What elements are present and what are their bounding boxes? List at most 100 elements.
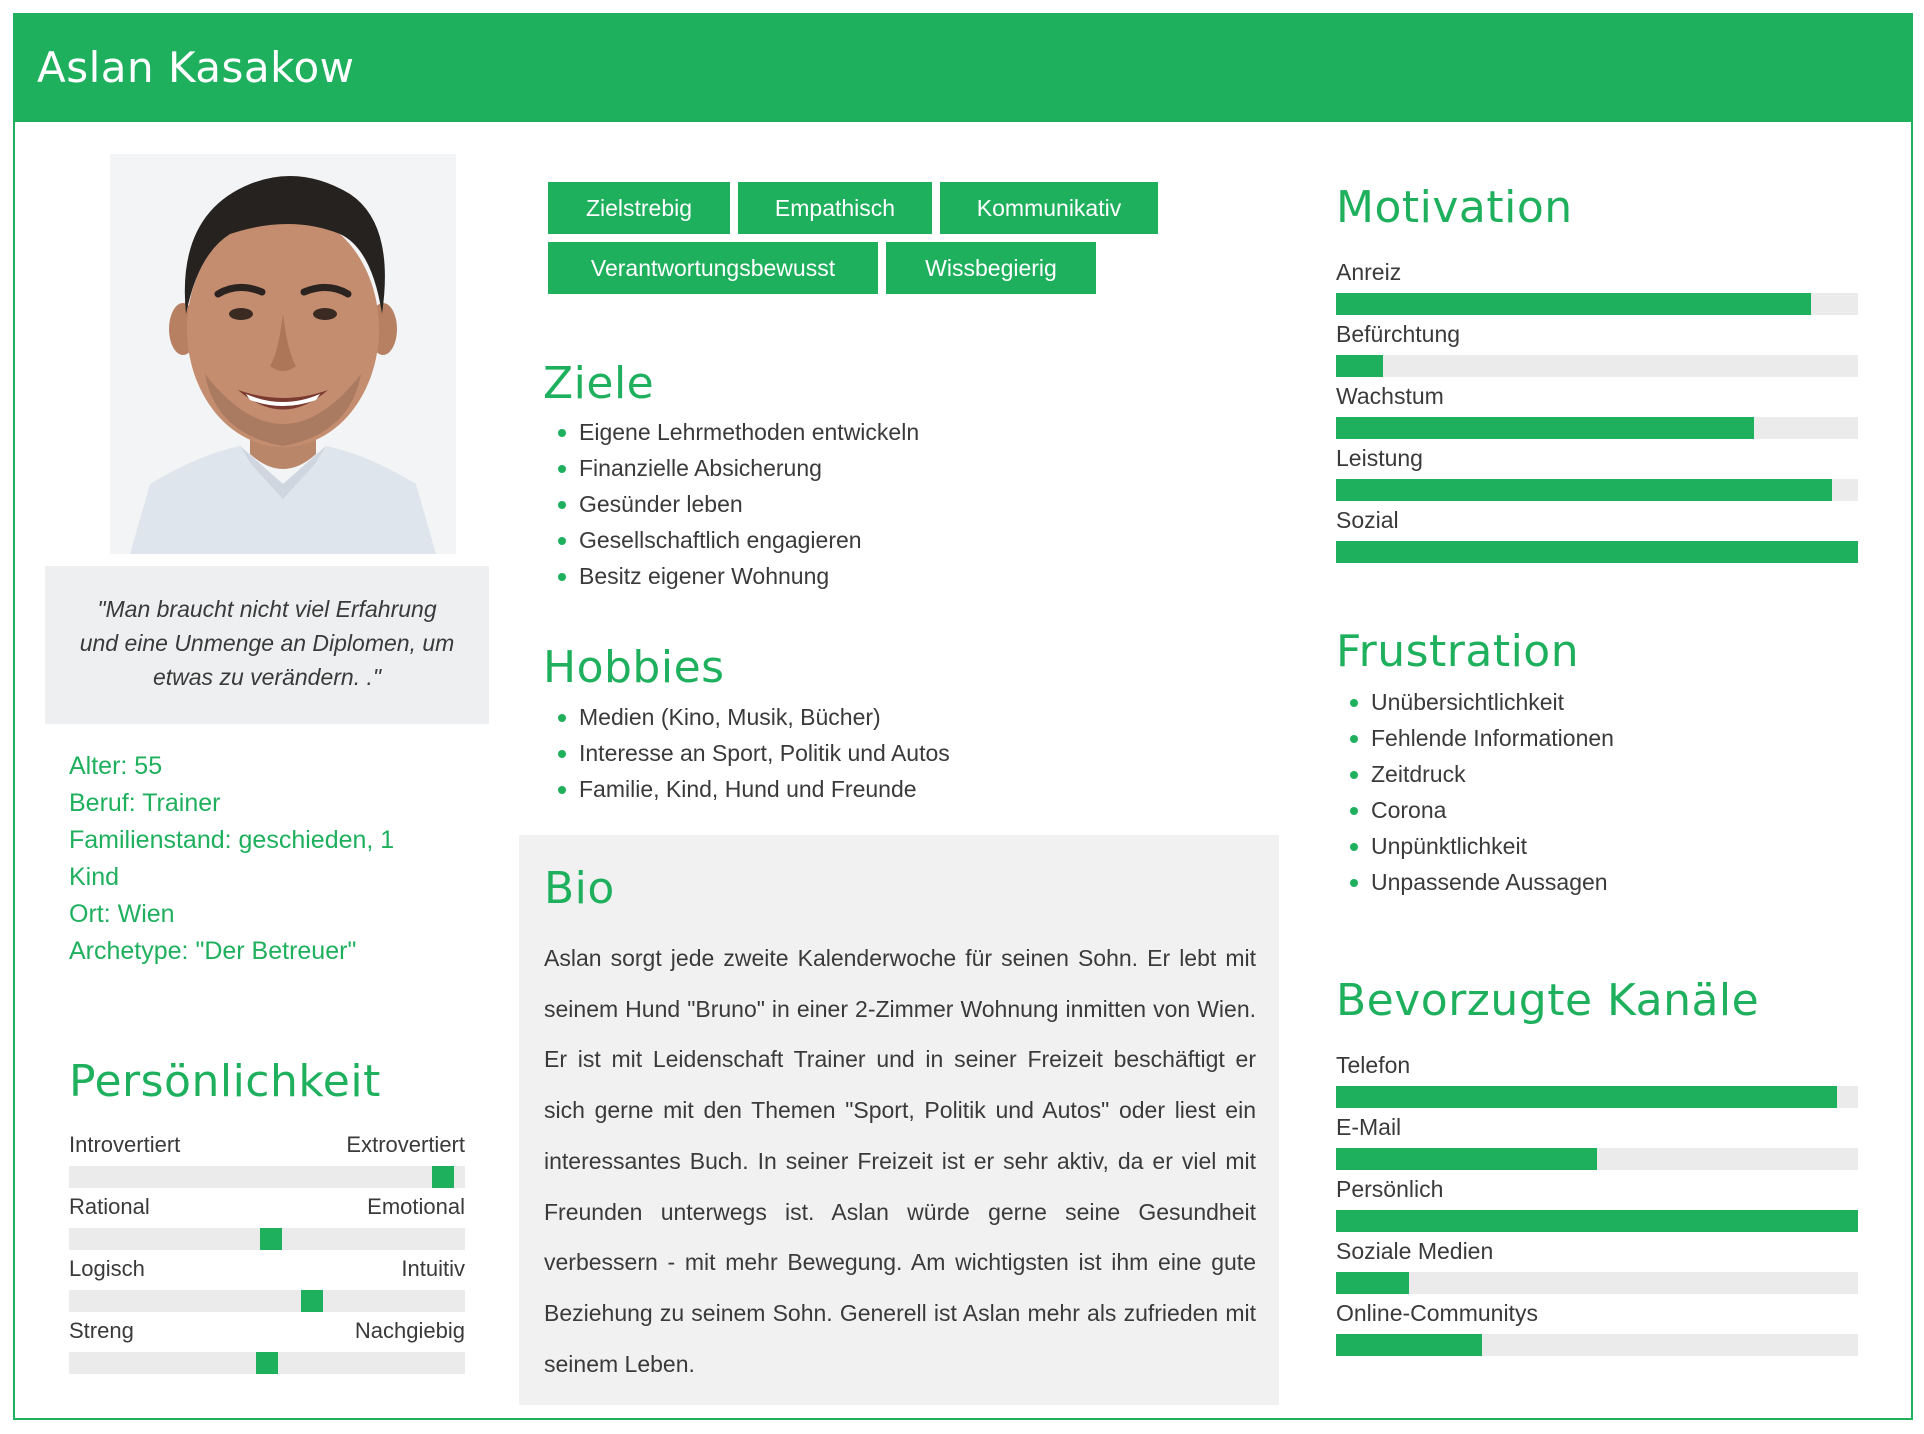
- meter-track: [1336, 1272, 1858, 1294]
- meter-fill: [1336, 541, 1858, 563]
- trait-tag: Verantwortungsbewusst: [548, 242, 878, 294]
- trait-tag: Wissbegierig: [886, 242, 1096, 294]
- motivation-meter: Sozial: [1336, 505, 1860, 563]
- hobbies-list: Medien (Kino, Musik, Bücher) Interesse a…: [545, 699, 1085, 807]
- scale-right-label: Emotional: [367, 1194, 465, 1219]
- list-item: Besitz eigener Wohnung: [545, 558, 1045, 594]
- meter-track: [1336, 1086, 1858, 1108]
- scale-marker: [260, 1228, 282, 1250]
- meter-fill: [1336, 1148, 1597, 1170]
- list-item: Finanzielle Absicherung: [545, 450, 1045, 486]
- personality-scale: Rational Emotional: [69, 1194, 465, 1250]
- scale-track: [69, 1290, 465, 1312]
- channel-meter: Telefon: [1336, 1050, 1860, 1108]
- fact-family: Familienstand: geschieden, 1 Kind: [69, 826, 395, 891]
- scale-marker: [301, 1290, 323, 1312]
- meter-fill: [1336, 1210, 1858, 1232]
- goals-list: Eigene Lehrmethoden entwickeln Finanziel…: [545, 414, 1045, 594]
- motivation-meter: Wachstum: [1336, 381, 1860, 439]
- scale-left-label: Introvertiert: [69, 1132, 181, 1157]
- meter-label: Sozial: [1336, 507, 1399, 533]
- meter-track: [1336, 1334, 1858, 1356]
- scale-right-label: Extrovertiert: [346, 1132, 465, 1157]
- meter-track: [1336, 293, 1858, 315]
- list-item: Gesünder leben: [545, 486, 1045, 522]
- meter-track: [1336, 479, 1858, 501]
- personality-scale: Streng Nachgiebig: [69, 1318, 465, 1374]
- trait-tag: Zielstrebig: [548, 182, 730, 234]
- scale-marker: [256, 1352, 278, 1374]
- personality-scale: Introvertiert Extrovertiert: [69, 1132, 465, 1188]
- scale-track: [69, 1352, 465, 1374]
- channel-meter: E-Mail: [1336, 1112, 1860, 1170]
- fact-age: Alter: 55: [69, 752, 163, 780]
- list-item: Medien (Kino, Musik, Bücher): [545, 699, 1085, 735]
- list-item: Interesse an Sport, Politik und Autos: [545, 735, 1085, 771]
- list-item: Unübersichtlichkeit: [1337, 684, 1857, 720]
- meter-track: [1336, 355, 1858, 377]
- list-item: Unpassende Aussagen: [1337, 864, 1857, 900]
- scale-left-label: Rational: [69, 1194, 150, 1219]
- meter-track: [1336, 541, 1858, 563]
- scale-marker: [432, 1166, 454, 1188]
- meter-label: Anreiz: [1336, 259, 1402, 285]
- meter-fill: [1336, 479, 1832, 501]
- motivation-meter: Anreiz: [1336, 257, 1860, 315]
- meter-label: Soziale Medien: [1336, 1238, 1494, 1264]
- meter-label: Wachstum: [1336, 383, 1444, 409]
- motivation-title: Motivation: [1336, 182, 1573, 233]
- list-item: Corona: [1337, 792, 1857, 828]
- persona-quote: "Man braucht nicht viel Erfahrung und ei…: [45, 566, 489, 724]
- personality-scale: Logisch Intuitiv: [69, 1256, 465, 1312]
- meter-label: Leistung: [1336, 445, 1423, 471]
- channel-meter: Soziale Medien: [1336, 1236, 1860, 1294]
- frustration-list: Unübersichtlichkeit Fehlende Information…: [1337, 684, 1857, 900]
- scale-track: [69, 1166, 465, 1188]
- scale-left-label: Logisch: [69, 1256, 145, 1281]
- channel-meter: Online-Communitys: [1336, 1298, 1860, 1356]
- motivation-meter: Leistung: [1336, 443, 1860, 501]
- motivation-meter: Befürchtung: [1336, 319, 1860, 377]
- list-item: Familie, Kind, Hund und Freunde: [545, 771, 1085, 807]
- meter-fill: [1336, 1086, 1838, 1108]
- trait-tag: Empathisch: [738, 182, 932, 234]
- header-bar: Aslan Kasakow: [13, 13, 1913, 122]
- list-item: Zeitdruck: [1337, 756, 1857, 792]
- meter-label: Telefon: [1336, 1052, 1411, 1078]
- scale-track: [69, 1228, 465, 1250]
- frustration-title: Frustration: [1336, 626, 1580, 677]
- list-item: Fehlende Informationen: [1337, 720, 1857, 756]
- meter-label: Online-Communitys: [1336, 1300, 1538, 1326]
- meter-fill: [1336, 1272, 1410, 1294]
- meter-label: Befürchtung: [1336, 321, 1461, 347]
- meter-fill: [1336, 417, 1754, 439]
- fact-job: Beruf: Trainer: [69, 789, 221, 817]
- list-item: Unpünktlichkeit: [1337, 828, 1857, 864]
- hobbies-title: Hobbies: [543, 642, 725, 693]
- goals-title: Ziele: [543, 358, 655, 409]
- meter-track: [1336, 417, 1858, 439]
- meter-fill: [1336, 355, 1383, 377]
- meter-track: [1336, 1210, 1858, 1232]
- scale-right-label: Nachgiebig: [354, 1318, 465, 1343]
- bio-panel: Bio Aslan sorgt jede zweite Kalenderwoch…: [519, 835, 1279, 1405]
- meter-label: E-Mail: [1336, 1114, 1402, 1140]
- scale-right-label: Intuitiv: [401, 1256, 465, 1281]
- meter-fill: [1336, 293, 1812, 315]
- personality-title: Persönlichkeit: [69, 1056, 381, 1107]
- channel-meter: Persönlich: [1336, 1174, 1860, 1232]
- channels-title: Bevorzugte Kanäle: [1336, 975, 1760, 1026]
- persona-name: Aslan Kasakow: [37, 43, 355, 92]
- list-item: Eigene Lehrmethoden entwickeln: [545, 414, 1045, 450]
- fact-location: Ort: Wien: [69, 900, 175, 928]
- meter-label: Persönlich: [1336, 1176, 1444, 1202]
- scale-left-label: Streng: [69, 1318, 134, 1343]
- fact-archetype: Archetype: "Der Betreuer": [69, 937, 357, 965]
- meter-track: [1336, 1148, 1858, 1170]
- meter-fill: [1336, 1334, 1483, 1356]
- bio-text: Aslan sorgt jede zweite Kalenderwoche fü…: [544, 945, 1256, 1377]
- trait-tag: Kommunikativ: [940, 182, 1158, 234]
- persona-facts: Alter: 55 Beruf: Trainer Familienstand: …: [69, 748, 449, 970]
- list-item: Gesellschaftlich engagieren: [545, 522, 1045, 558]
- persona-photo: [110, 154, 456, 554]
